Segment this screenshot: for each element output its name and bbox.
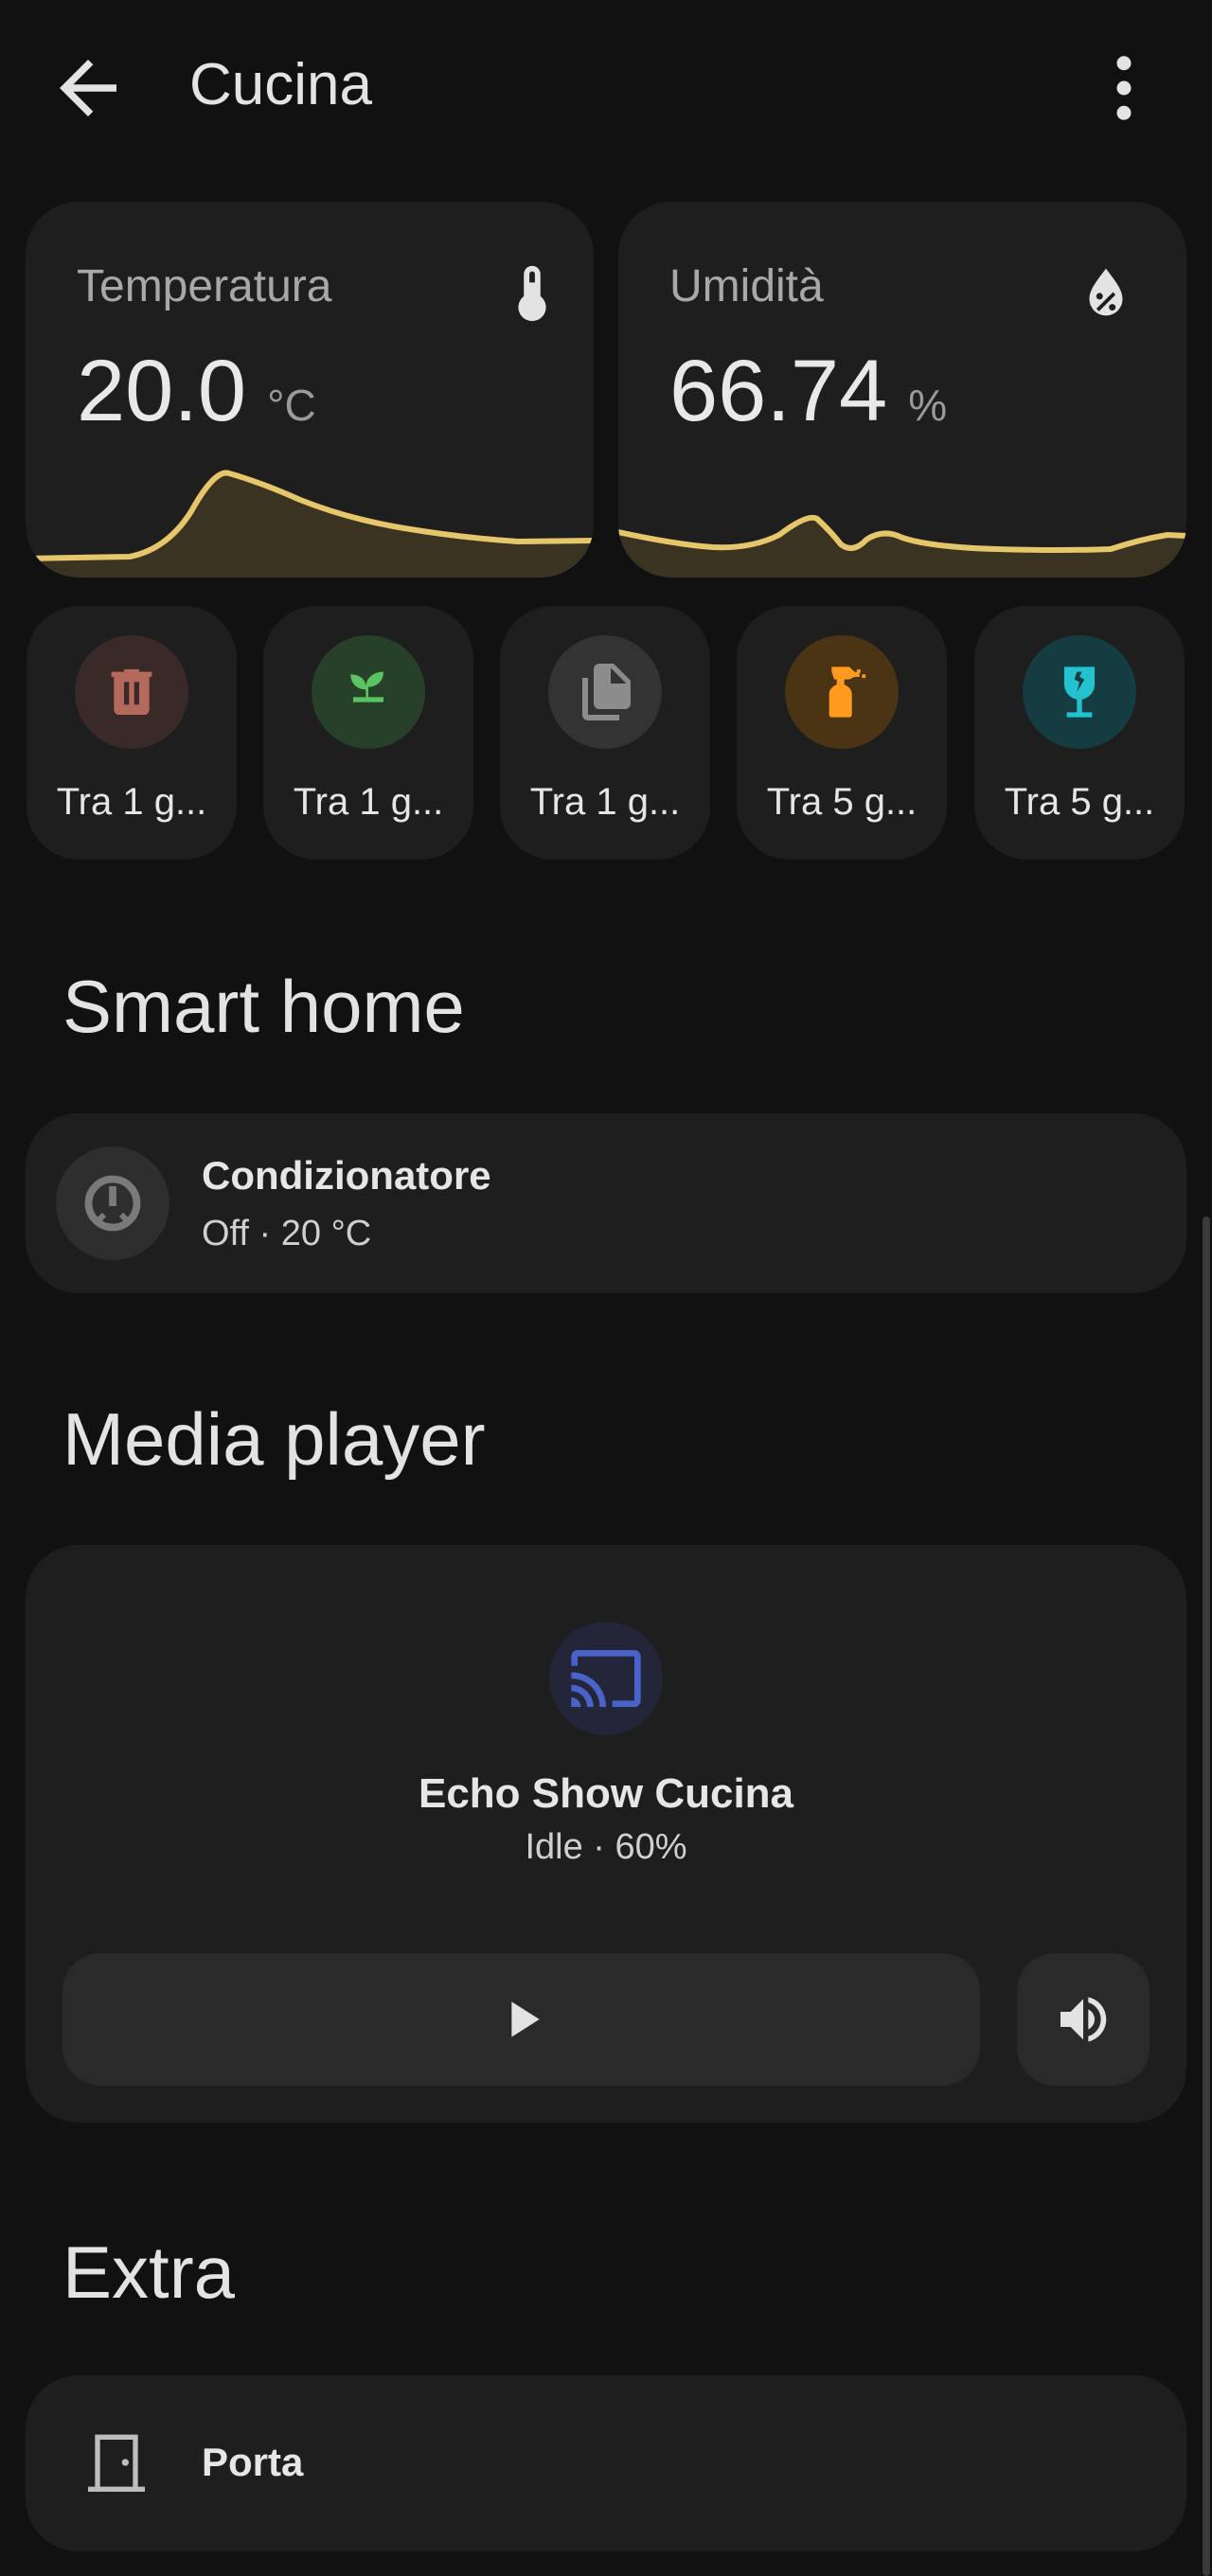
- chip-label: Tra 5 g...: [766, 781, 918, 823]
- waste-collection-chip-paper[interactable]: Tra 1 g...: [500, 606, 710, 860]
- chip-icon-circle: [1023, 635, 1136, 749]
- water-percent-icon: [1073, 260, 1139, 327]
- thermostat-off-icon: [84, 1175, 141, 1232]
- climate-name: Condizionatore: [202, 1153, 491, 1198]
- humidity-sensor-card[interactable]: Umidità 66.74%: [618, 202, 1186, 577]
- more-options-button[interactable]: [1081, 45, 1167, 131]
- sensor-value: 20.0 °C: [77, 342, 316, 441]
- climate-tile[interactable]: Condizionatore Off · 20 °C: [26, 1113, 1186, 1293]
- arrow-left-icon: [60, 60, 116, 116]
- sensor-unit: °C: [267, 381, 316, 430]
- back-button[interactable]: [45, 45, 131, 131]
- waste-collection-chip-glass[interactable]: Tra 5 g...: [974, 606, 1185, 860]
- waste-collection-chip-trash[interactable]: Tra 1 g...: [27, 606, 237, 860]
- play-icon: [510, 2001, 540, 2037]
- spray-bottle-icon: [829, 666, 866, 718]
- chip-icon-circle: [75, 635, 188, 749]
- sensor-unit: %: [908, 381, 948, 430]
- media-player-name: Echo Show Cucina: [418, 1770, 794, 1817]
- door-name: Porta: [202, 2440, 304, 2484]
- waste-collection-chip-plastic[interactable]: Tra 5 g...: [737, 606, 947, 860]
- door-icon: [88, 2434, 145, 2492]
- scrollbar[interactable]: [1203, 1217, 1210, 2576]
- climate-icon-button[interactable]: [56, 1146, 169, 1260]
- section-heading-extra: Extra: [62, 2230, 236, 2314]
- volume-button[interactable]: [1017, 1953, 1150, 2086]
- waste-collection-chip-organic[interactable]: Tra 1 g...: [263, 606, 473, 860]
- climate-state: Off · 20 °C: [202, 1214, 372, 1253]
- sensor-title: Umidità: [669, 261, 824, 311]
- media-icon-circle: [549, 1622, 663, 1735]
- chip-icon-circle: [785, 635, 899, 749]
- chip-label: Tra 1 g...: [529, 781, 681, 823]
- chip-label: Tra 5 g...: [1004, 781, 1155, 823]
- sensor-value-number: 20.0: [77, 343, 247, 439]
- chip-label: Tra 1 g...: [56, 781, 207, 823]
- chip-icon-circle: [312, 635, 425, 749]
- thermometer-icon: [499, 260, 565, 327]
- trash-can-icon: [111, 669, 152, 715]
- section-heading-smart-home: Smart home: [62, 965, 465, 1048]
- page-title: Cucina: [189, 52, 372, 117]
- cast-icon: [571, 1650, 641, 1707]
- media-player-state: Idle · 60%: [525, 1827, 687, 1867]
- temperature-sensor-card[interactable]: Temperatura 20.0 °C: [26, 202, 594, 577]
- glass-fragile-icon: [1064, 666, 1095, 718]
- section-heading-media-player: Media player: [62, 1397, 486, 1481]
- sensor-value-number: 66.74: [669, 343, 888, 439]
- humidity-history-graph: [618, 514, 1186, 577]
- sprout-icon: [350, 671, 383, 702]
- media-player-card[interactable]: Echo Show Cucina Idle · 60%: [26, 1545, 1186, 2123]
- temperature-history-graph: [26, 470, 594, 577]
- file-document-multiple-icon: [582, 664, 631, 720]
- play-button[interactable]: [62, 1953, 980, 2086]
- chip-icon-circle: [548, 635, 662, 749]
- door-tile[interactable]: Porta: [26, 2375, 1186, 2551]
- top-app-bar: Cucina: [0, 0, 1212, 174]
- sensor-title: Temperatura: [77, 261, 332, 311]
- volume-high-icon: [1060, 1997, 1107, 2042]
- chip-label: Tra 1 g...: [293, 781, 444, 823]
- sensor-value: 66.74%: [669, 342, 947, 441]
- dots-vertical-icon: [1116, 56, 1132, 120]
